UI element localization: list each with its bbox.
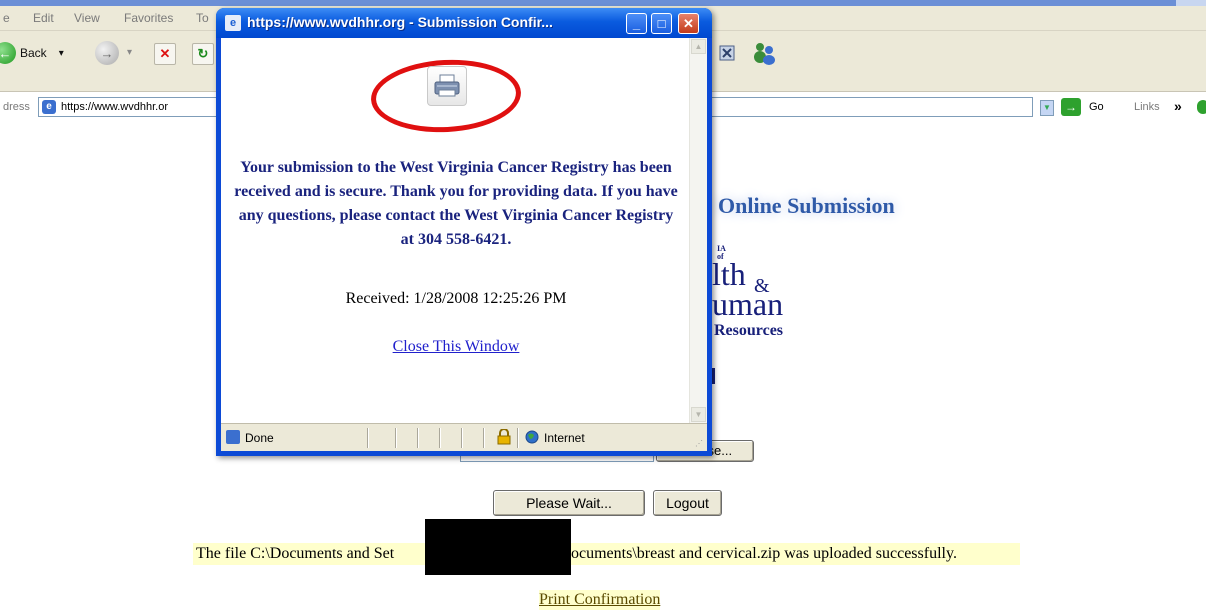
maximize-button[interactable]: □ [651,13,672,34]
status-divider [461,428,462,448]
logo-mark [712,368,715,384]
popup-scrollbar[interactable]: ▲ ▼ [689,38,707,423]
status-divider [417,428,418,448]
links-label[interactable]: Links [1134,101,1160,113]
close-window-button[interactable]: ✕ [678,13,699,34]
status-divider [483,428,484,448]
go-arrow-icon[interactable]: → [1061,98,1081,116]
resize-grip-icon[interactable]: ⋰ [695,439,703,448]
messenger-icon [754,43,775,65]
media-icon [719,45,735,61]
upload-msg-right: ocuments\breast and cervical.zip was upl… [571,545,957,562]
media-button[interactable] [718,43,738,63]
logout-button[interactable]: Logout [653,490,722,516]
forward-arrow-icon: → [95,41,119,65]
online-submission-heading: Online Submission [718,193,895,218]
back-label: Back [20,46,47,60]
links-item-icon[interactable] [1197,100,1206,114]
confirmation-popup-window: e https://www.wvdhhr.org - Submission Co… [216,8,712,456]
back-button[interactable]: ← Back ▾ [0,42,64,64]
menu-edit[interactable]: Edit [33,11,54,25]
address-dropdown-icon[interactable]: ▼ [1040,100,1054,116]
lock-icon [497,429,511,445]
maximize-icon: □ [657,16,666,31]
please-wait-button[interactable]: Please Wait... [493,490,645,516]
status-zone: Internet [544,431,585,445]
minimize-button[interactable]: _ [626,13,647,34]
back-arrow-icon: ← [0,42,16,64]
popup-content: Your submission to the West Virginia Can… [221,38,707,423]
menu-tools[interactable]: To [196,11,209,25]
upload-success-message: The file C:\Documents and Set ocuments\b… [193,543,1020,565]
globe-icon [525,430,539,444]
scroll-down-icon[interactable]: ▼ [691,407,706,422]
forward-button[interactable]: → [95,41,119,65]
print-confirmation-link[interactable]: Print Confirmation [539,590,661,610]
print-button[interactable] [427,66,467,106]
scroll-up-icon[interactable]: ▲ [691,39,706,54]
menu-view[interactable]: View [74,11,100,25]
ie-page-icon: e [42,100,56,114]
page-done-icon [226,430,240,444]
close-icon: ✕ [683,16,694,31]
forward-dropdown-icon[interactable]: ▾ [127,47,132,58]
menu-favorites[interactable]: Favorites [124,11,173,25]
status-divider [367,428,368,448]
confirmation-message: Your submission to the West Virginia Can… [234,159,678,248]
links-chevron-icon[interactable]: » [1174,98,1182,114]
back-dropdown-icon[interactable]: ▾ [59,48,64,59]
redaction-box [425,519,571,575]
close-window-link-wrap: Close This Window [233,338,679,356]
logo-line-human: uman [712,286,784,322]
refresh-icon: ↻ [197,46,209,61]
address-url: https://www.wvdhhr.or [61,101,168,113]
menu-file[interactable]: e [3,11,10,25]
go-button[interactable]: Go [1089,101,1104,113]
printer-icon [434,74,460,97]
logo-line-resources: Resources [714,322,784,339]
status-done: Done [245,431,274,445]
status-divider [395,428,396,448]
received-timestamp: Received: 1/28/2008 12:25:26 PM [345,290,567,307]
popup-title: https://www.wvdhhr.org - Submission Conf… [247,14,553,30]
stop-icon: ✕ [159,46,171,61]
upload-msg-left: The file C:\Documents and Set [196,545,395,562]
minimize-icon: _ [632,16,641,31]
status-divider [439,428,440,448]
messenger-button[interactable] [752,41,776,65]
ie-window-icon[interactable]: e [225,15,241,31]
stop-button[interactable]: ✕ [154,43,176,65]
refresh-button[interactable]: ↻ [192,43,214,65]
status-divider [517,428,518,448]
close-window-link[interactable]: Close This Window [393,338,520,355]
popup-status-bar: Done Internet ⋰ [221,423,707,451]
address-label: dress [3,101,30,113]
popup-title-bar[interactable]: e https://www.wvdhhr.org - Submission Co… [216,8,712,38]
